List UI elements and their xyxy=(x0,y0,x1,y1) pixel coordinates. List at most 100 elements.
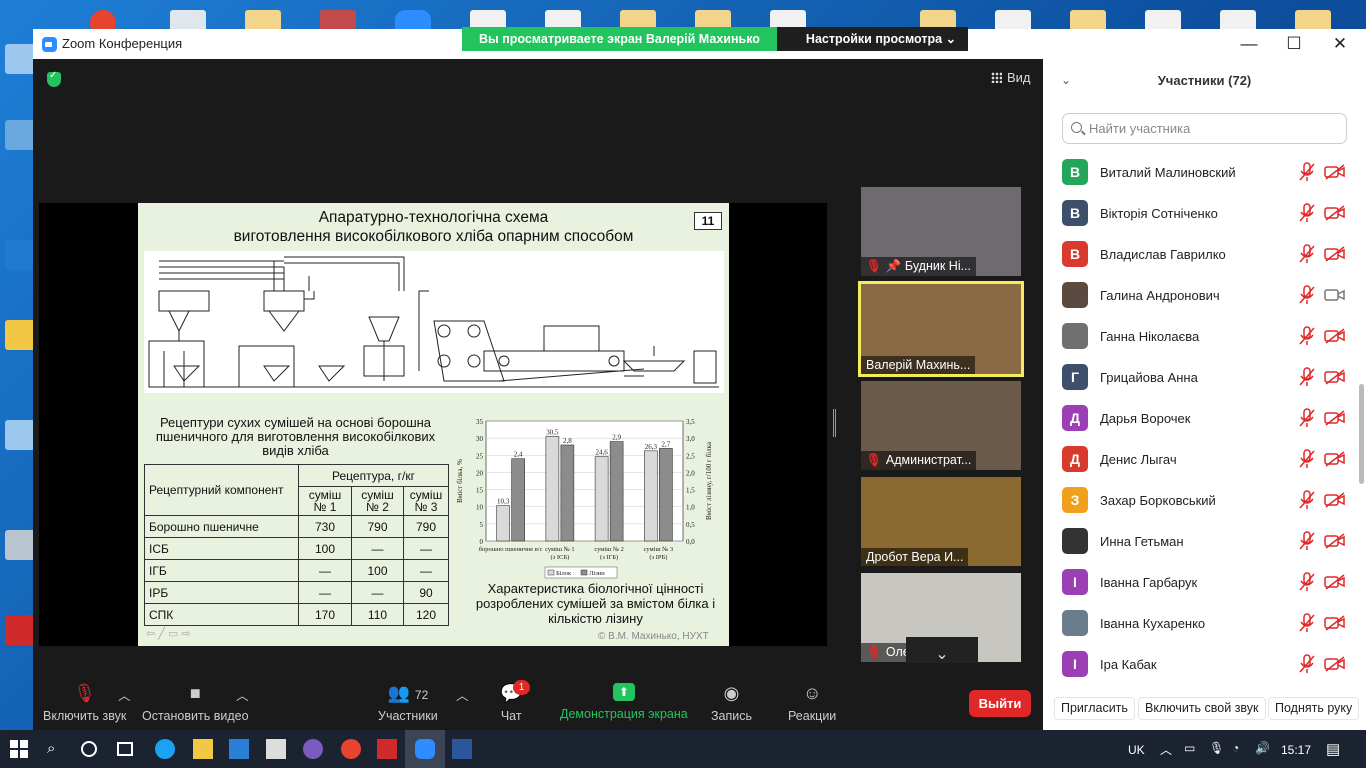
minimize-icon[interactable]: — xyxy=(1229,31,1269,57)
table-cell: — xyxy=(298,559,352,582)
stop-video-button[interactable]: ■ Остановить видео xyxy=(142,683,249,723)
share-screen-button[interactable]: ⬆ Демонстрация экрана xyxy=(560,683,688,721)
participant-name: Галина Андронович xyxy=(1100,288,1220,303)
participant-row[interactable]: В Владислав Гаврилко xyxy=(1043,234,1366,275)
x-tick-label: суміш № 1 (з ІСБ) xyxy=(545,546,575,561)
record-button[interactable]: ◉ Запись xyxy=(711,683,752,723)
table-header: Рецептура, г/кг xyxy=(298,464,449,487)
chrome-icon[interactable] xyxy=(341,739,361,759)
invite-button[interactable]: Пригласить xyxy=(1054,697,1135,720)
participant-video-thumbnail[interactable]: Валерій Махинь... xyxy=(858,281,1024,377)
video-options-caret[interactable]: ︿ xyxy=(236,685,249,704)
search-icon[interactable]: ⌕ xyxy=(47,740,55,757)
thumbnail-name-label: Валерій Махинь... xyxy=(866,358,971,372)
battery-icon[interactable]: ▭ xyxy=(1184,741,1195,755)
chart-data-label: 2,8 xyxy=(563,437,572,445)
store-icon[interactable] xyxy=(266,739,286,759)
table-cell: ІГБ xyxy=(144,559,299,582)
shared-screen[interactable]: Апаратурно-технологічна схема виготовлен… xyxy=(39,203,827,646)
tray-chevron-up-icon[interactable]: ︿ xyxy=(1160,741,1172,758)
table-cell: 730 xyxy=(298,515,352,538)
acrobat-icon[interactable] xyxy=(377,739,397,759)
x-tick-label-line: суміш № 3 xyxy=(644,546,674,553)
chevron-up-icon: ︿ xyxy=(118,689,131,703)
view-button[interactable]: Вид xyxy=(991,70,1031,85)
edge-icon[interactable] xyxy=(155,739,175,759)
encryption-shield-icon[interactable] xyxy=(47,70,61,87)
chat-label: Чат xyxy=(500,709,522,723)
table-cell: — xyxy=(298,581,352,604)
participant-row[interactable]: Д Дарья Ворочек xyxy=(1043,398,1366,439)
participant-row[interactable]: В Вікторія Сотніченко xyxy=(1043,193,1366,234)
notifications-icon[interactable]: ▤ xyxy=(1326,740,1340,758)
raise-hand-button[interactable]: Поднять руку xyxy=(1268,697,1360,720)
participant-video-thumbnail[interactable]: Дробот Вера И... xyxy=(861,477,1021,566)
participant-search-input[interactable]: Найти участника xyxy=(1062,113,1347,144)
windows-taskbar: ⌕ UK ︿ ▭ 🎙 ◔ 🔊 15:17 ▤ xyxy=(0,730,1366,768)
unmute-me-button[interactable]: Включить свой звук xyxy=(1138,697,1266,720)
slide-nav-controls[interactable]: ⇦ ╱ ▭ ⇨ xyxy=(146,627,191,640)
maximize-icon[interactable]: ☐ xyxy=(1274,31,1314,57)
participants-scrollbar[interactable] xyxy=(1359,174,1364,714)
participant-row[interactable]: Д Денис Лыгач xyxy=(1043,439,1366,480)
reactions-button[interactable]: ☺ Реакции xyxy=(788,683,836,723)
x-tick-label-line: (з ІРБ) xyxy=(649,554,667,561)
clock[interactable]: 15:17 xyxy=(1281,743,1311,757)
stop-video-label: Остановить видео xyxy=(142,709,249,723)
participant-video-thumbnail[interactable]: 🎙 📌 Будник Ні... xyxy=(861,187,1021,276)
cortana-icon[interactable] xyxy=(81,741,97,757)
table-col-header: суміш № 3 xyxy=(403,486,449,516)
x-tick-label: суміш № 3 (з ІРБ) xyxy=(644,546,674,561)
window-title: Zoom Конференция xyxy=(62,36,183,51)
audio-options-caret[interactable]: ︿ xyxy=(118,685,131,704)
thumbnail-name-label: Дробот Вера И... xyxy=(866,550,964,564)
avatar xyxy=(1062,323,1088,349)
table-cell: 790 xyxy=(351,515,404,538)
leave-button[interactable]: Выйти xyxy=(969,690,1031,717)
participant-row[interactable]: Іванна Кухаренко xyxy=(1043,603,1366,644)
participant-name: Ганна Ніколаєва xyxy=(1100,329,1200,344)
participant-row[interactable]: Инна Гетьман xyxy=(1043,521,1366,562)
participants-button[interactable]: 👥 72 Участники xyxy=(378,683,438,723)
table-cell: 110 xyxy=(351,603,404,626)
microphone-icon[interactable]: 🎙 xyxy=(1209,741,1224,755)
mail-icon[interactable] xyxy=(229,739,249,759)
participant-row[interactable]: Галина Андронович xyxy=(1043,275,1366,316)
chart-data-label: 30,5 xyxy=(546,428,559,436)
participant-row[interactable]: І Іванна Гарбарук xyxy=(1043,562,1366,603)
unmute-button[interactable]: 🎙 Включить звук xyxy=(43,683,126,723)
y2-tick-label: 2,5 xyxy=(686,452,695,460)
muted-mic-icon: 🎙 xyxy=(866,453,882,467)
y-tick-label: 15 xyxy=(476,487,484,495)
participants-options-caret[interactable]: ︿ xyxy=(456,685,469,704)
word-icon[interactable] xyxy=(452,739,472,759)
close-icon[interactable]: ✕ xyxy=(1320,31,1360,57)
avatar: В xyxy=(1062,241,1088,267)
view-options-button[interactable]: Настройки просмотра ⌄ xyxy=(776,27,969,51)
slide-title: Апаратурно-технологічна схема виготовлен… xyxy=(138,208,729,246)
participant-name: Захар Борковський xyxy=(1100,493,1216,508)
volume-icon[interactable]: 🔊 xyxy=(1255,741,1270,755)
chart-data-label: 24,6 xyxy=(596,449,609,457)
scrollbar-thumb[interactable] xyxy=(1359,384,1364,484)
muted-mic-icon xyxy=(1299,203,1315,222)
chart-bar-protein xyxy=(496,505,510,542)
task-view-icon[interactable] xyxy=(117,742,133,756)
file-explorer-icon[interactable] xyxy=(193,739,213,759)
participant-row[interactable]: І Іра Кабак xyxy=(1043,644,1366,685)
wifi-icon[interactable]: ◔ xyxy=(1232,741,1239,755)
panel-resize-handle[interactable] xyxy=(833,409,836,437)
language-indicator[interactable]: UK xyxy=(1128,743,1145,757)
participant-row[interactable]: В Виталий Малиновский xyxy=(1043,152,1366,193)
search-placeholder: Найти участника xyxy=(1089,121,1191,136)
participant-row[interactable]: З Захар Борковський xyxy=(1043,480,1366,521)
zoom-icon[interactable] xyxy=(415,739,435,759)
viber-icon[interactable] xyxy=(303,739,323,759)
participant-name: Іванна Кухаренко xyxy=(1100,616,1206,631)
participant-video-thumbnail[interactable]: 🎙 Администрат... xyxy=(861,381,1021,470)
table-cell: 90 xyxy=(403,581,449,604)
participant-row[interactable]: Г Грицайова Анна xyxy=(1043,357,1366,398)
windows-start-icon[interactable] xyxy=(10,740,28,758)
recipe-table: Рецептурний компонент Рецептура, г/кг су… xyxy=(144,464,449,626)
participant-row[interactable]: Ганна Ніколаєва xyxy=(1043,316,1366,357)
